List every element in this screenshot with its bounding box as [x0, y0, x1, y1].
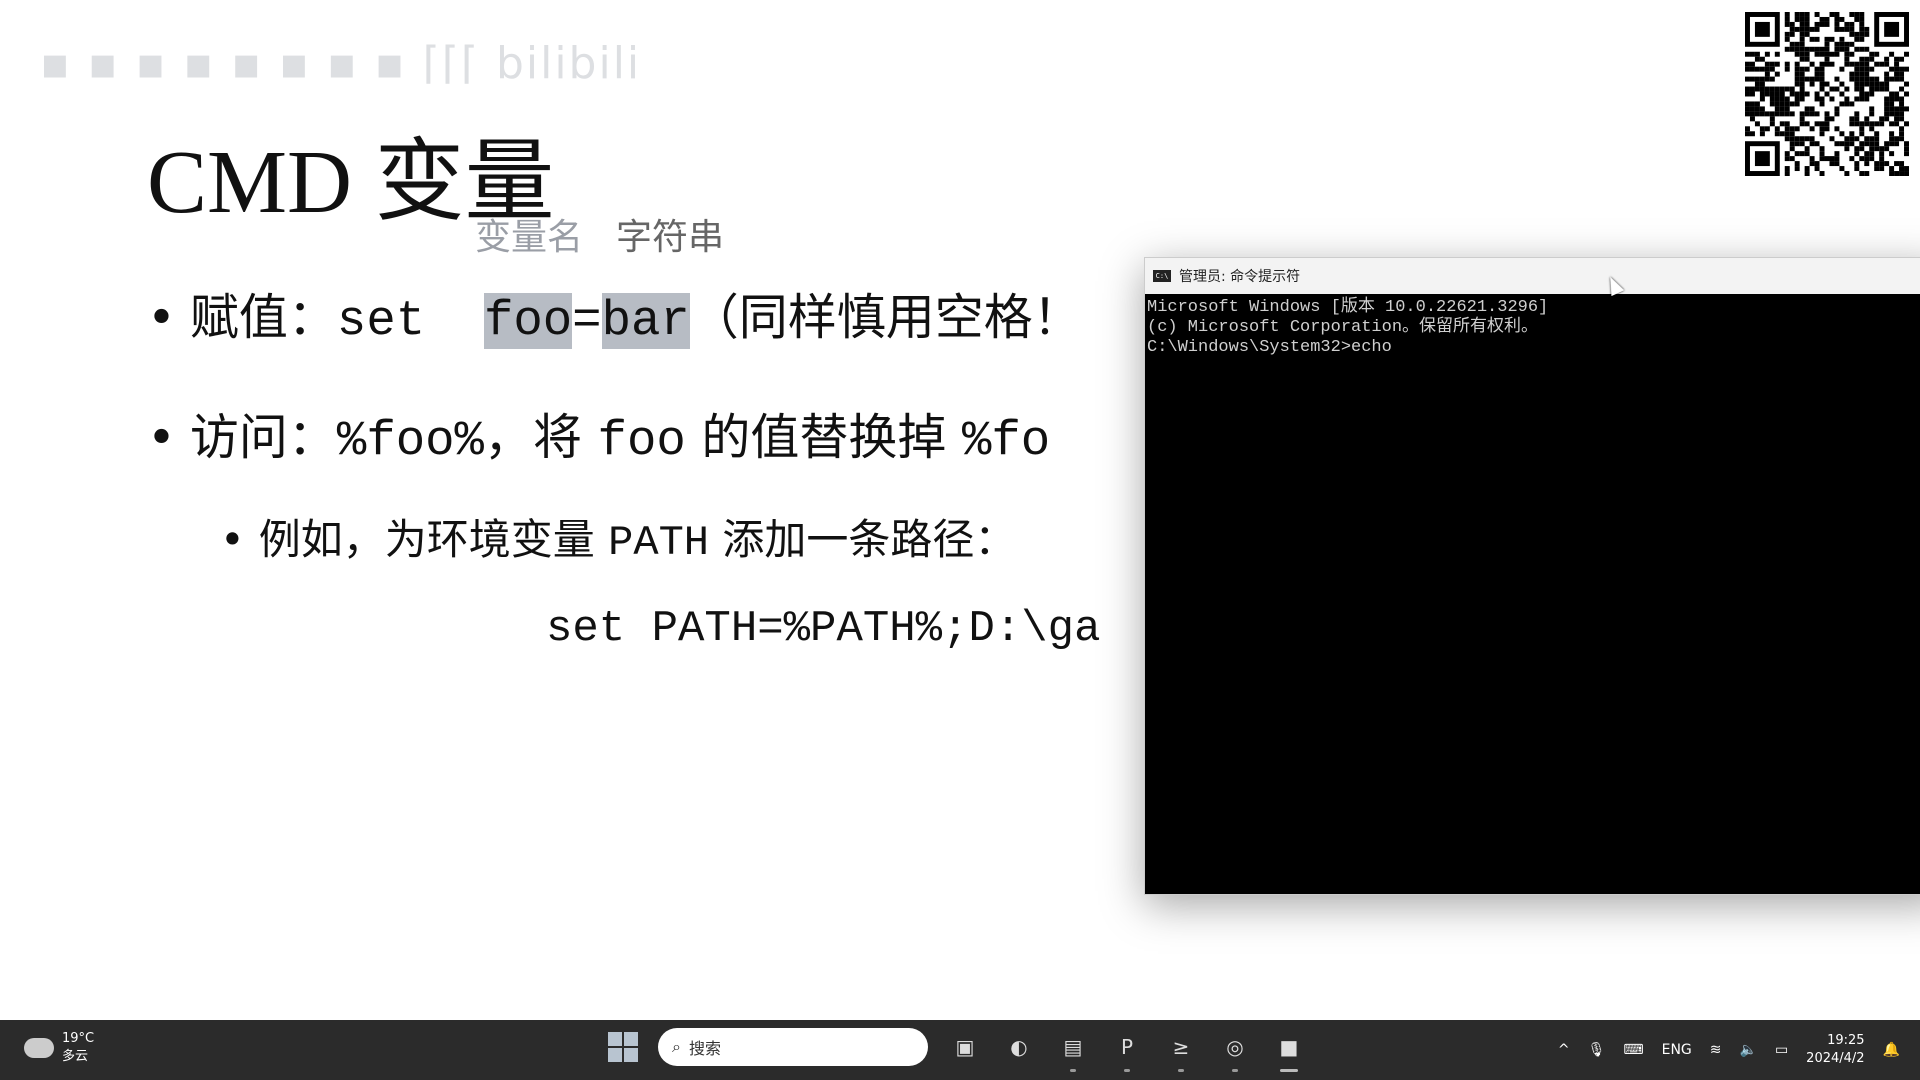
bullet-dot-icon: • [147, 409, 176, 466]
bullet-access: • 访问：%foo%，将 foo 的值替换掉 %fo [147, 398, 1050, 469]
microphone-icon[interactable]: 🎙 [1588, 1042, 1606, 1058]
code: %foo% [336, 413, 484, 469]
text: 的值替换掉 [701, 409, 947, 466]
clock[interactable]: 19:25 2024/4/2 [1806, 1032, 1864, 1068]
notification-bell-icon[interactable]: 🔔 [1883, 1042, 1900, 1058]
console-line: C:\Windows\System32>echo [1147, 338, 1392, 357]
wifi-icon[interactable]: ≋ [1710, 1042, 1722, 1058]
code: %fo [961, 413, 1051, 469]
label: 赋值： [189, 289, 337, 346]
annotation-string: 字符串 [616, 217, 725, 258]
bullet-dot-icon: • [220, 515, 245, 564]
equals: = [572, 293, 602, 349]
powerpoint-icon[interactable]: P [1110, 1030, 1144, 1072]
cmd-icon: C:\ [1153, 270, 1171, 282]
code: foo [597, 413, 686, 469]
label: 访问： [189, 409, 337, 466]
sub-bullet-example: • 例如，为环境变量 PATH 添加一条路径： [220, 506, 1016, 567]
taskbar: 19°C 多云 ⌕ 搜索 ▣ ◐ ▤ P ≥ ◎ ■ ^ 🎙 ⌨ ENG ≋ 🔈 ▭… [0, 1020, 1920, 1080]
var-value: bar [601, 293, 690, 349]
bullet-dot-icon: • [147, 289, 176, 346]
keyboard-icon[interactable]: ⌨ [1623, 1042, 1643, 1058]
weather-widget[interactable]: 19°C 多云 [24, 1030, 94, 1066]
note: （同样慎用空格！ [689, 289, 1082, 346]
console-line: Microsoft Windows [版本 10.0.22621.3296] [1147, 298, 1549, 317]
text: 例如，为环境变量 [258, 515, 595, 564]
code-example: set PATH=%PATH%;D:\ga [546, 604, 1101, 654]
start-button[interactable] [608, 1032, 638, 1062]
task-view-icon[interactable]: ▣ [948, 1030, 982, 1064]
weather-temp: 19°C [62, 1031, 95, 1046]
cmd-icon[interactable]: ■ [1272, 1030, 1306, 1072]
chevron-up-icon[interactable]: ^ [1558, 1042, 1570, 1058]
annotation-variable-name: 变量名 [475, 217, 584, 258]
search-placeholder: 搜索 [688, 1039, 721, 1058]
search-icon: ⌕ [672, 1037, 681, 1056]
edge-icon[interactable]: ◐ [1002, 1030, 1036, 1064]
cmd-window[interactable]: C:\ 管理员: 命令提示符 Microsoft Windows [版本 10.… [1144, 257, 1920, 895]
cloud-icon [24, 1038, 54, 1058]
date: 2024/4/2 [1806, 1051, 1865, 1066]
cmd-console[interactable]: Microsoft Windows [版本 10.0.22621.3296] (c… [1145, 294, 1920, 894]
var-name: foo [483, 293, 573, 349]
time: 19:25 [1827, 1033, 1865, 1048]
text: 添加一条路径： [722, 515, 1017, 564]
console-line: (c) Microsoft Corporation。保留所有权利。 [1147, 318, 1539, 337]
bilibili-watermark: ▪ ▪ ▪ ▪ ▪ ▪ ▪ ▪ ⌈⌈⌈ bilibili [40, 38, 642, 89]
cmd-title-bar[interactable]: C:\ 管理员: 命令提示符 [1145, 258, 1920, 294]
set-keyword: set [336, 293, 426, 349]
code: PATH [608, 519, 709, 567]
bullet-assign: • 赋值：set foo=bar（同样慎用空格！ [147, 278, 1082, 349]
language-indicator[interactable]: ENG [1662, 1042, 1692, 1058]
terminal-icon[interactable]: ≥ [1164, 1030, 1198, 1072]
weather-desc: 多云 [62, 1049, 89, 1064]
search-box[interactable]: ⌕ 搜索 [658, 1028, 928, 1066]
qr-code [1745, 12, 1909, 176]
obs-icon[interactable]: ◎ [1218, 1030, 1252, 1072]
volume-icon[interactable]: 🔈 [1740, 1042, 1757, 1058]
file-explorer-icon[interactable]: ▤ [1056, 1030, 1090, 1072]
battery-icon[interactable]: ▭ [1775, 1042, 1788, 1058]
text: ，将 [483, 409, 582, 466]
cmd-title: 管理员: 命令提示符 [1179, 269, 1301, 285]
